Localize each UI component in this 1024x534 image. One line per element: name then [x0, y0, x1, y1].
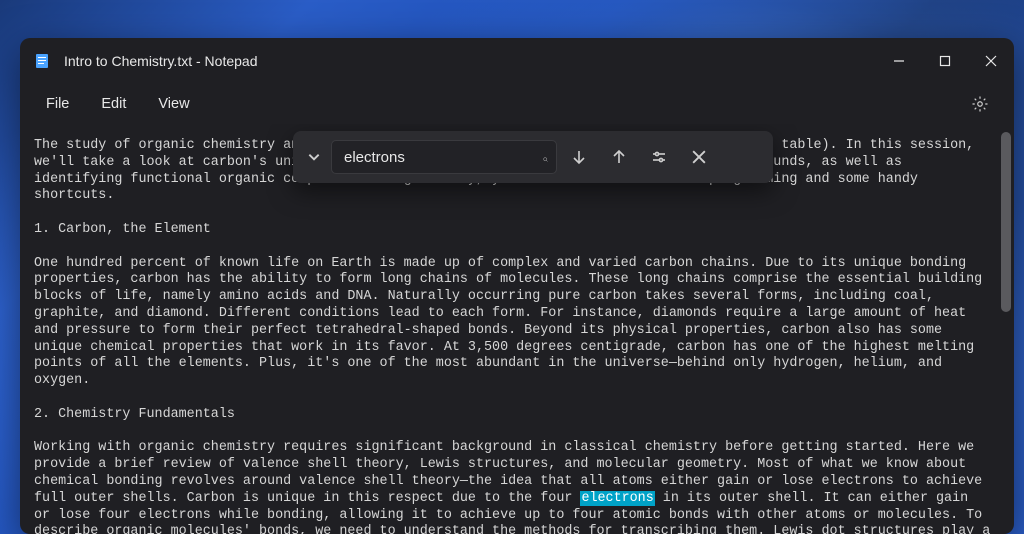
find-input[interactable]	[344, 149, 543, 166]
vertical-scrollbar[interactable]	[1001, 132, 1011, 312]
search-icon[interactable]	[543, 149, 548, 165]
close-find-button[interactable]	[681, 139, 717, 175]
menu-view[interactable]: View	[142, 90, 205, 118]
expand-replace-button[interactable]	[301, 137, 327, 177]
minimize-button[interactable]	[876, 38, 922, 84]
settings-button[interactable]	[962, 86, 998, 122]
notepad-window: Intro to Chemistry.txt - Notepad File Ed…	[20, 38, 1014, 534]
maximize-button[interactable]	[922, 38, 968, 84]
window-title: Intro to Chemistry.txt - Notepad	[64, 53, 257, 69]
menu-file[interactable]: File	[30, 90, 85, 118]
titlebar[interactable]: Intro to Chemistry.txt - Notepad	[20, 38, 1014, 84]
search-highlight: electrons	[580, 491, 654, 506]
find-options-button[interactable]	[641, 139, 677, 175]
close-button[interactable]	[968, 38, 1014, 84]
find-next-button[interactable]	[561, 139, 597, 175]
find-previous-button[interactable]	[601, 139, 637, 175]
find-bar	[293, 131, 773, 183]
menubar: File Edit View	[20, 84, 1014, 124]
menu-edit[interactable]: Edit	[85, 90, 142, 118]
find-input-container	[331, 140, 557, 174]
notepad-icon	[34, 53, 50, 69]
text-editor[interactable]: The study of organic chemistry and its a…	[20, 124, 1014, 534]
